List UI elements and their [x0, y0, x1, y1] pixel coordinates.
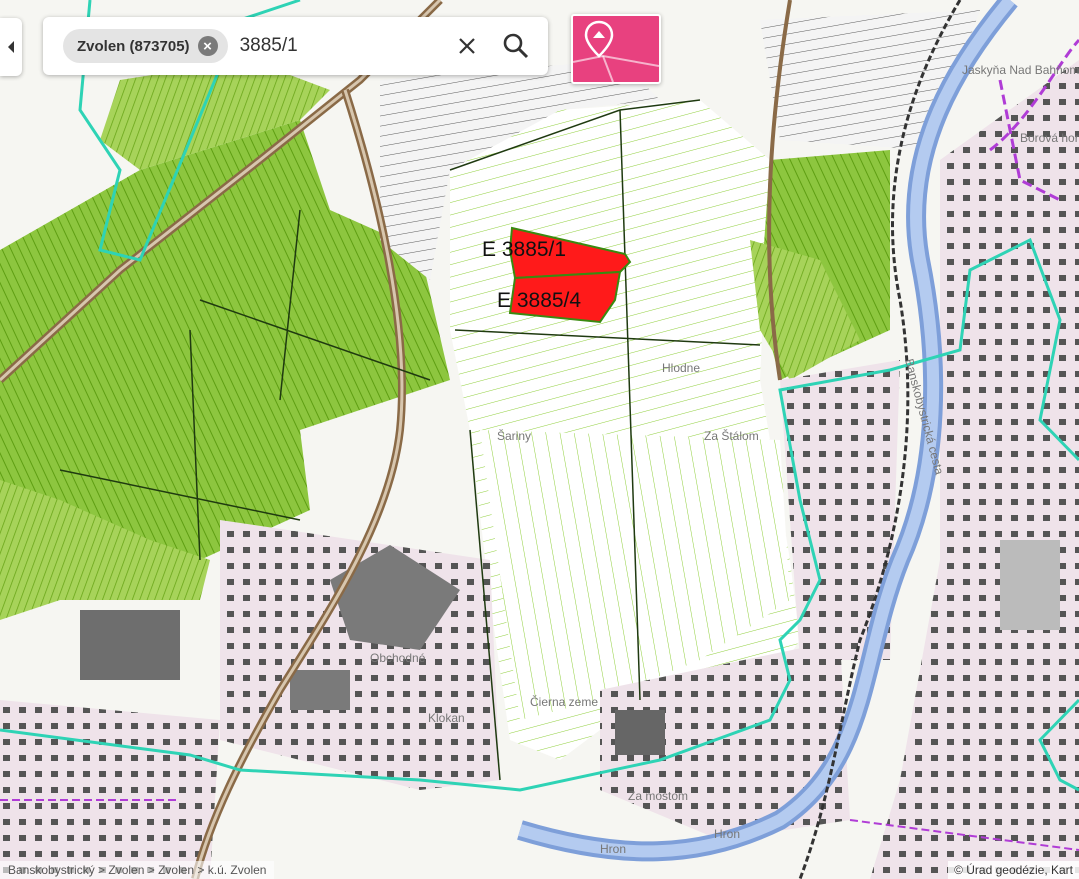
search-input[interactable]: [237, 34, 442, 58]
map-attribution[interactable]: © Úrad geodézie, Kart: [948, 861, 1079, 879]
place-label-za-mostom: Za mostom: [628, 789, 688, 803]
urban-southwest: [0, 700, 220, 879]
search-icon: [503, 33, 529, 59]
close-icon: [459, 38, 475, 54]
breadcrumb: Banskobystrický > Zvolen > Zvolen > k.ú.…: [0, 861, 275, 879]
place-label-za-stalom: Za Štálom: [704, 428, 759, 443]
cadastral-map[interactable]: E 3885/1 E 3885/4 Hlodne Šariny Za Štálo…: [0, 0, 1079, 879]
place-label-klokan: Klokan: [428, 711, 465, 725]
chip-close-icon[interactable]: ×: [197, 36, 218, 56]
map-pin-icon: [572, 20, 660, 83]
parcel-label-3885-4: E 3885/4: [497, 289, 581, 312]
building-shop: [615, 710, 665, 755]
building-mall: [80, 610, 180, 680]
clear-search-button[interactable]: [453, 32, 481, 60]
building-store: [290, 670, 350, 710]
parcel-label-3885-1: E 3885/1: [482, 238, 566, 261]
search-button[interactable]: [501, 31, 531, 61]
place-label-cierna-zeme: Čierna zeme: [530, 694, 598, 709]
place-label-hlodne: Hlodne: [662, 361, 700, 375]
caret-left-icon: [8, 41, 14, 53]
building-east-1: [1000, 540, 1060, 630]
location-chip[interactable]: Zvolen (873705) ×: [63, 29, 228, 63]
sidebar-toggle-button[interactable]: [0, 18, 22, 76]
place-label-hron: Hron: [714, 827, 740, 841]
place-label-jaskyna: Jaskyňa Nad Bahňom: [962, 63, 1079, 77]
location-chip-label: Zvolen (873705): [77, 37, 190, 55]
place-label-obchodne: Obchodné: [370, 651, 426, 665]
search-box: Zvolen (873705) ×: [43, 17, 548, 75]
place-label-sariny: Šariny: [497, 428, 531, 443]
poi-layer-button[interactable]: [571, 14, 661, 84]
place-label-hron-2: Hron: [600, 842, 626, 856]
place-label-borova-hora: Borová hora: [1020, 131, 1079, 145]
